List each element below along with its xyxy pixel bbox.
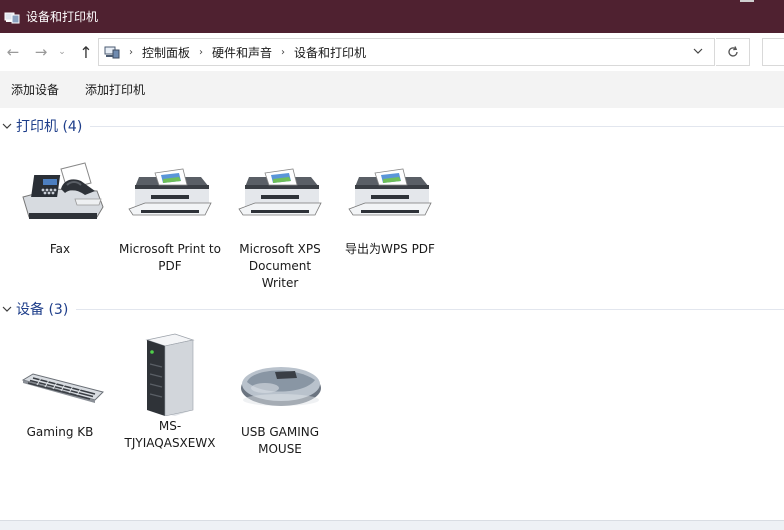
device-label: Fax xyxy=(49,242,71,256)
arrow-right-icon: → xyxy=(34,43,48,61)
fax-icon xyxy=(22,162,104,219)
printer-icon xyxy=(128,168,212,216)
device-label: Microsoft Print to PDF xyxy=(119,242,221,273)
add-device-button[interactable]: 添加设备 xyxy=(5,77,65,102)
title-bar: 设备和打印机 xyxy=(0,0,784,33)
device-tile-computer[interactable]: MS-TJYIAQASXEWX xyxy=(115,330,225,452)
back-button[interactable]: ← xyxy=(3,42,23,62)
chevron-down-icon: ⌄ xyxy=(58,47,66,57)
control-panel-location-icon xyxy=(104,46,120,59)
group-divider xyxy=(90,125,784,127)
device-tile-fax[interactable]: Fax xyxy=(5,155,115,258)
recent-locations-button[interactable]: ⌄ xyxy=(56,42,68,62)
status-bar xyxy=(0,520,784,530)
device-tile-usb-gaming-mouse[interactable]: USB GAMING MOUSE xyxy=(225,338,335,458)
printers-group-header[interactable]: 打印机 (4) xyxy=(0,116,784,136)
breadcrumb-control-panel[interactable]: 控制面板 xyxy=(142,44,190,61)
forward-button[interactable]: → xyxy=(31,42,51,62)
breadcrumb-separator[interactable]: › xyxy=(199,47,203,58)
minimize-button[interactable] xyxy=(740,0,754,2)
search-input[interactable] xyxy=(762,38,784,66)
command-bar: 添加设备 添加打印机 xyxy=(0,71,784,108)
refresh-button[interactable] xyxy=(716,38,750,66)
printer-icon xyxy=(238,168,322,216)
device-tile-export-wps-pdf[interactable]: 导出为WPS PDF xyxy=(335,155,445,258)
refresh-icon xyxy=(727,46,738,57)
arrow-up-icon: ↑ xyxy=(79,42,93,62)
address-bar[interactable]: › 控制面板 › 硬件和声音 › 设备和打印机 xyxy=(98,38,715,66)
add-printer-button[interactable]: 添加打印机 xyxy=(79,77,151,102)
printer-icon xyxy=(348,168,432,216)
up-button[interactable]: ↑ xyxy=(76,42,96,62)
group-divider xyxy=(76,308,784,310)
device-tile-microsoft-print-to-pdf[interactable]: Microsoft Print to PDF xyxy=(115,155,225,275)
devices-group-header[interactable]: 设备 (3) xyxy=(0,299,784,319)
devices-group-title: 设备 (3) xyxy=(16,302,69,318)
device-label: USB GAMING MOUSE xyxy=(240,425,320,456)
device-label: 导出为WPS PDF xyxy=(345,242,435,256)
chevron-down-icon[interactable] xyxy=(0,119,14,133)
device-label: MS-TJYIAQASXEWX xyxy=(124,419,216,450)
mouse-icon xyxy=(241,367,321,406)
breadcrumb-hardware-sound[interactable]: 硬件和声音 xyxy=(212,44,272,61)
chevron-down-icon[interactable] xyxy=(0,302,14,316)
keyboard-icon xyxy=(21,373,104,403)
printers-group-title: 打印机 (4) xyxy=(16,119,83,135)
device-label: Gaming KB xyxy=(26,425,94,439)
arrow-left-icon: ← xyxy=(6,43,20,61)
navigation-bar: ← → ⌄ ↑ › 控制面板 › 硬件和声音 › 设备和打印机 xyxy=(0,33,784,71)
computer-tower-icon xyxy=(145,333,195,416)
chevron-down-icon[interactable] xyxy=(692,45,704,57)
devices-printers-app-icon xyxy=(4,9,20,25)
device-tile-microsoft-xps-document-writer[interactable]: Microsoft XPS Document Writer xyxy=(225,155,335,292)
device-tile-gaming-kb[interactable]: Gaming KB xyxy=(5,338,115,441)
breadcrumb-separator[interactable]: › xyxy=(129,47,133,58)
device-label: Microsoft XPS Document Writer xyxy=(239,242,321,290)
breadcrumb-devices-printers[interactable]: 设备和打印机 xyxy=(294,44,366,61)
window-title: 设备和打印机 xyxy=(26,10,99,24)
breadcrumb-separator[interactable]: › xyxy=(281,47,285,58)
